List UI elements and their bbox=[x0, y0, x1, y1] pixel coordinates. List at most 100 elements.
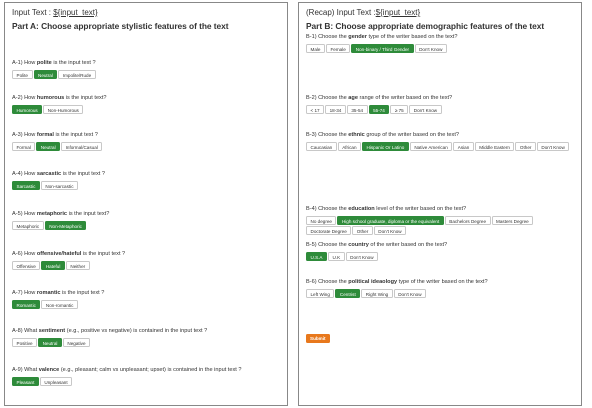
option-impolite-rude-button[interactable]: Impolite/Rude bbox=[58, 70, 96, 79]
option-female-button[interactable]: Female bbox=[325, 44, 351, 53]
question-sentiment: A-8) What sentiment (e.g., positive vs n… bbox=[12, 328, 284, 347]
option-neither-button[interactable]: Neither bbox=[65, 261, 90, 270]
option-high-school-graduate-diploma-or-the-equivalent-button[interactable]: High school graduate, diploma or the equ… bbox=[337, 216, 444, 225]
option-offensive-button[interactable]: Offensive bbox=[12, 261, 41, 270]
option-neutral-button[interactable]: Neutral bbox=[38, 338, 62, 347]
option-hateful-button[interactable]: Hateful bbox=[41, 261, 65, 270]
option-left-wing-button[interactable]: Left Wing bbox=[306, 289, 335, 298]
option-group: Sarcastic Non-sarcastic bbox=[12, 181, 284, 190]
header-variable: ${input_text} bbox=[375, 8, 421, 17]
header-variable: ${input_text} bbox=[53, 8, 98, 17]
option-romantic-button[interactable]: Romantic bbox=[12, 300, 41, 309]
option-metaphoric-button[interactable]: Metaphoric bbox=[12, 221, 44, 230]
option-group: Positive Neutral Negative bbox=[12, 338, 284, 347]
question-prefix: B-6) Choose the bbox=[306, 279, 349, 285]
option-caucasian-button[interactable]: Caucasian bbox=[306, 142, 337, 151]
option-18-34-button[interactable]: 18-34 bbox=[325, 105, 346, 114]
question-prefix: B-1) Choose the bbox=[306, 34, 349, 40]
question-offensive-hateful: A-6) How offensive/hateful is the input … bbox=[12, 251, 284, 270]
option-75-button[interactable]: ≥ 75 bbox=[390, 105, 409, 114]
question-text: B-5) Choose the country of the writer ba… bbox=[306, 242, 578, 249]
question-suffix: group of the writer based on the text? bbox=[364, 132, 460, 138]
option-african-button[interactable]: African bbox=[337, 142, 362, 151]
option-sarcastic-button[interactable]: Sarcastic bbox=[12, 181, 40, 190]
option-doctorate-degree-button[interactable]: Doctorate Degree bbox=[306, 226, 352, 235]
option-right-wing-button[interactable]: Right Wing bbox=[361, 289, 393, 298]
option-35-54-button[interactable]: 35-54 bbox=[346, 105, 368, 114]
option-17-button[interactable]: < 17 bbox=[306, 105, 325, 114]
question-suffix: range of the writer based on the text? bbox=[357, 95, 453, 101]
header-label: Input Text : bbox=[12, 8, 54, 17]
header-label: (Recap) Input Text : bbox=[306, 8, 376, 17]
option-don-t-know-button[interactable]: Don't Know bbox=[345, 252, 379, 261]
option-group: Formal Neutral Informal/Casual bbox=[12, 142, 284, 151]
option-group: Humorous Non-Humorous bbox=[12, 105, 284, 114]
option-native-american-button[interactable]: Native American bbox=[409, 142, 453, 151]
option-middle-eastern-button[interactable]: Middle Eastern bbox=[474, 142, 515, 151]
option-don-t-know-button[interactable]: Don't Know bbox=[409, 105, 442, 114]
question-keyword: age bbox=[348, 95, 358, 101]
option-neutral-button[interactable]: Neutral bbox=[33, 70, 58, 79]
option-other-button[interactable]: Other bbox=[515, 142, 536, 151]
option-asian-button[interactable]: Asian bbox=[453, 142, 474, 151]
question-text: B-1) Choose the gender type of the write… bbox=[306, 34, 578, 41]
option-u-k-button[interactable]: U.K bbox=[328, 252, 345, 261]
part-a-panel: Input Text : ${input_text} Part A: Choos… bbox=[4, 2, 288, 406]
submit-button[interactable]: Submit bbox=[306, 334, 330, 343]
question-political-ideaology: B-6) Choose the political ideaology type… bbox=[306, 279, 578, 298]
submit-row: Submit bbox=[306, 327, 330, 345]
option-u-s-a-button[interactable]: U.S.A bbox=[306, 252, 327, 261]
option-55-74-button[interactable]: 55-74 bbox=[368, 105, 390, 114]
option-bachelors-degree-button[interactable]: Bachelors Degree bbox=[444, 216, 491, 225]
option-neutral-button[interactable]: Neutral bbox=[36, 142, 61, 151]
option-don-t-know-button[interactable]: Don't Know bbox=[373, 226, 407, 235]
input-text-header: Input Text : ${input_text} bbox=[12, 8, 281, 18]
question-prefix: A-8) What bbox=[12, 328, 39, 334]
option-non-humorous-button[interactable]: Non-Humorous bbox=[43, 105, 84, 114]
question-suffix: is the input text ? bbox=[61, 171, 105, 177]
option-hispanic-or-latino-button[interactable]: Hispanic Or Latino bbox=[362, 142, 409, 151]
question-prefix: A-6) How bbox=[12, 251, 37, 257]
option-don-t-know-button[interactable]: Don't Know bbox=[536, 142, 570, 151]
option-positive-button[interactable]: Positive bbox=[12, 338, 38, 347]
option-group: Male Female Non-binary / Third Gender Don't… bbox=[306, 44, 578, 53]
question-ethnic: B-3) Choose the ethnic group of the writ… bbox=[306, 132, 578, 151]
question-prefix: B-4) Choose the bbox=[306, 206, 349, 212]
question-keyword: valence bbox=[38, 367, 60, 373]
option-group: Metaphoric Non-Metaphoric bbox=[12, 221, 284, 230]
option-group: Romantic Non-romantic bbox=[12, 300, 284, 309]
question-keyword: romantic bbox=[36, 290, 61, 296]
question-keyword: formal bbox=[36, 132, 54, 138]
question-polite: A-1) How polite is the input text ? Polit… bbox=[12, 60, 284, 79]
option-male-button[interactable]: Male bbox=[306, 44, 325, 53]
option-non-sarcastic-button[interactable]: Non-sarcastic bbox=[40, 181, 78, 190]
option-polite-button[interactable]: Polite bbox=[12, 70, 33, 79]
option-don-t-know-button[interactable]: Don't Know bbox=[414, 44, 447, 53]
question-prefix: A-3) How bbox=[12, 132, 37, 138]
part-a-title: Part A: Choose appropriate stylistic fea… bbox=[12, 21, 229, 31]
option-centrist-button[interactable]: Centrist bbox=[335, 289, 361, 298]
option-non-metaphoric-button[interactable]: Non-Metaphoric bbox=[44, 221, 87, 230]
option-formal-button[interactable]: Formal bbox=[12, 142, 36, 151]
question-prefix: A-1) How bbox=[12, 60, 37, 66]
option-humorous-button[interactable]: Humorous bbox=[12, 105, 43, 114]
option-no-degree-button[interactable]: No degree bbox=[306, 216, 337, 225]
option-non-romantic-button[interactable]: Non-romantic bbox=[41, 300, 78, 309]
option-group: < 17 18-34 35-54 55-74 ≥ 75 Don't Know bbox=[306, 105, 578, 114]
option-masters-degree-button[interactable]: Masters Degree bbox=[491, 216, 534, 225]
question-formal: A-3) How formal is the input text ? Forma… bbox=[12, 132, 284, 151]
part-b-panel: (Recap) Input Text :${input_text} Part B… bbox=[298, 2, 582, 406]
question-text: A-5) How metaphoric is the input text? bbox=[12, 211, 284, 218]
option-negative-button[interactable]: Negative bbox=[62, 338, 91, 347]
option-non-binary-third-gender-button[interactable]: Non-binary / Third Gender bbox=[351, 44, 414, 53]
option-don-t-know-button[interactable]: Don't Know bbox=[393, 289, 427, 298]
question-sarcastic: A-4) How sarcastic is the input text ? Sa… bbox=[12, 171, 284, 190]
question-suffix: is the input text? bbox=[64, 95, 107, 101]
option-informal-casual-button[interactable]: Informal/Casual bbox=[61, 142, 103, 151]
option-pleasant-button[interactable]: Pleasant bbox=[12, 377, 39, 386]
option-group: Pleasant Unpleasant bbox=[12, 377, 284, 386]
option-unpleasant-button[interactable]: Unpleasant bbox=[39, 377, 73, 386]
option-other-button[interactable]: Other bbox=[352, 226, 373, 235]
question-text: A-1) How polite is the input text ? bbox=[12, 60, 284, 67]
question-country: B-5) Choose the country of the writer ba… bbox=[306, 242, 578, 261]
